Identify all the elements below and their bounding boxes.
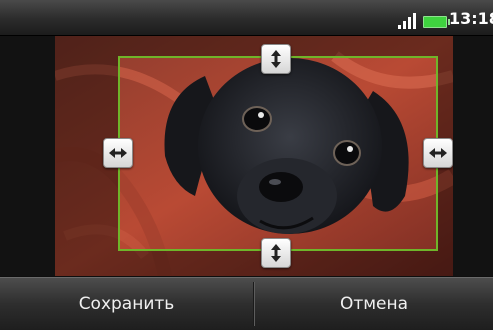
status-bar: 13:18 (0, 0, 493, 36)
crop-rectangle[interactable] (118, 56, 438, 251)
save-button[interactable]: Сохранить (0, 278, 253, 330)
vertical-resize-icon (271, 244, 281, 262)
vertical-resize-icon (271, 50, 281, 68)
battery-icon (423, 16, 450, 28)
crop-handle-bottom[interactable] (261, 238, 291, 268)
status-clock: 13:18 (449, 9, 493, 28)
cancel-button[interactable]: Отмена (255, 278, 493, 330)
horizontal-resize-icon (429, 148, 447, 158)
signal-bars-icon (398, 13, 416, 29)
action-bar: Сохранить Отмена (0, 277, 493, 330)
crop-handle-left[interactable] (103, 138, 133, 168)
crop-handle-top[interactable] (261, 44, 291, 74)
crop-handle-right[interactable] (423, 138, 453, 168)
horizontal-resize-icon (109, 148, 127, 158)
